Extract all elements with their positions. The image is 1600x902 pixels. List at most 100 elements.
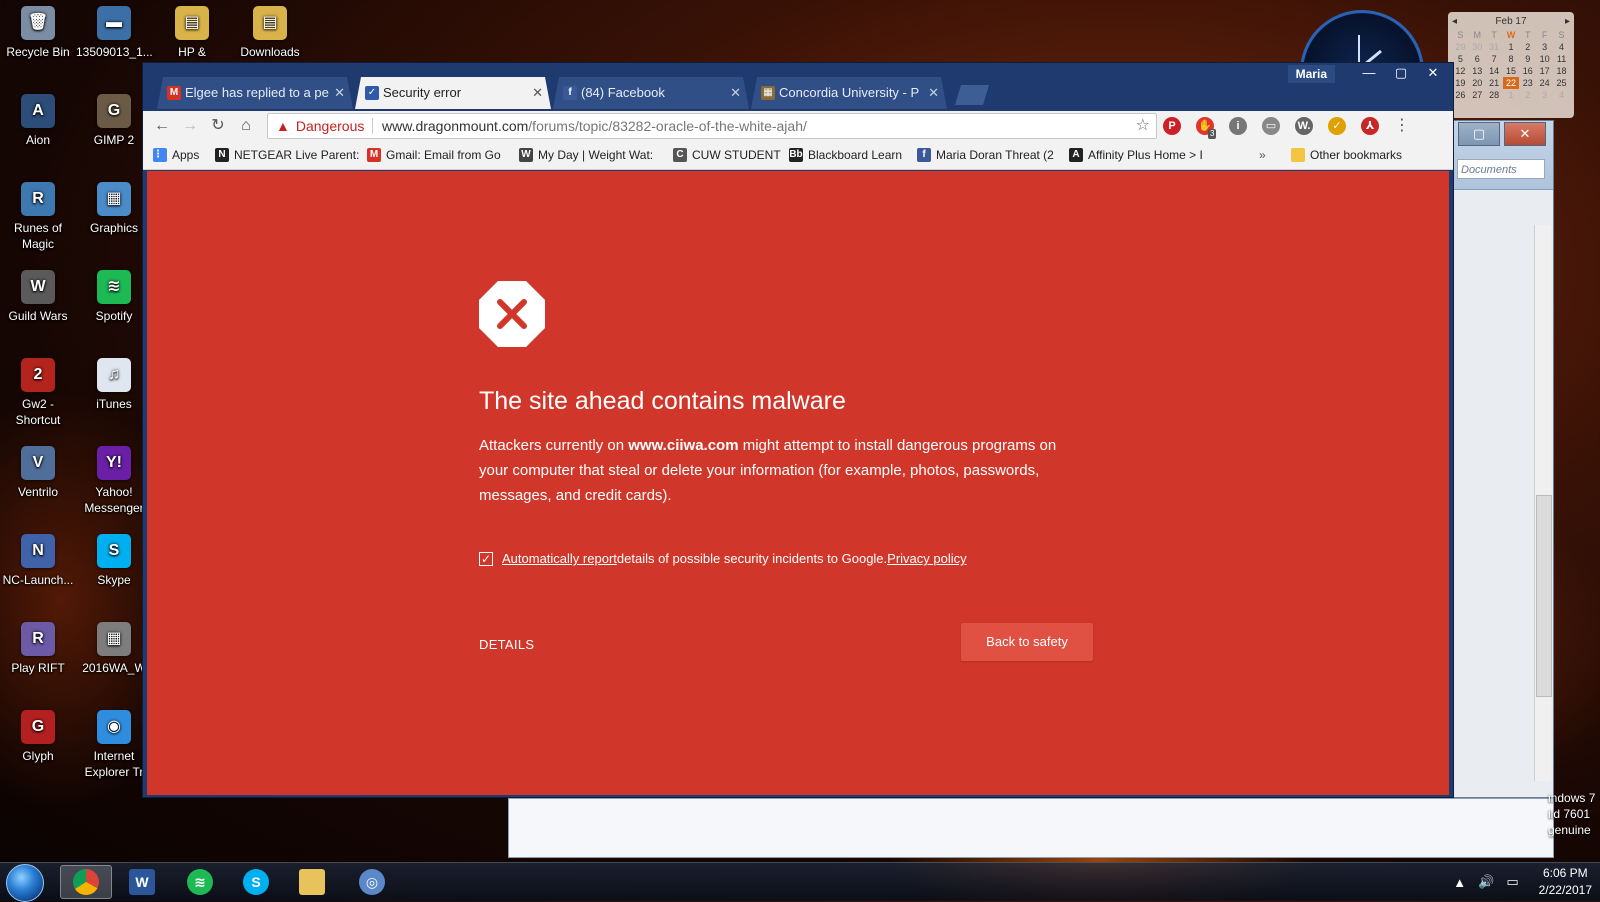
details-button[interactable]: DETAILS <box>479 637 534 652</box>
calendar-day[interactable]: 19 <box>1452 77 1469 89</box>
taskbar-word[interactable]: W <box>116 865 168 899</box>
taskbar-explorer[interactable] <box>286 865 338 899</box>
desktop-icon[interactable]: ≋ Spotify <box>76 270 152 324</box>
desktop-icon[interactable]: ♫ iTunes <box>76 358 152 412</box>
bookmark-item[interactable]: f Maria Doran Threat (2 <box>917 141 1054 169</box>
calendar-day[interactable]: 27 <box>1469 89 1486 101</box>
tab-close-icon[interactable]: ✕ <box>334 77 345 109</box>
desktop-icon[interactable]: G Glyph <box>0 710 76 764</box>
calendar-day[interactable]: 3 <box>1536 41 1553 53</box>
calendar-day[interactable]: 12 <box>1452 65 1469 77</box>
minimize-button[interactable]: — <box>1353 63 1385 83</box>
desktop-icon[interactable]: ▤ HP & <box>154 6 230 60</box>
bookmark-item[interactable]: C CUW STUDENT <box>673 141 781 169</box>
desktop-icon[interactable]: R Runes of Magic <box>0 182 76 252</box>
w-icon[interactable]: W. <box>1295 117 1313 135</box>
calendar-day[interactable]: 20 <box>1469 77 1486 89</box>
calendar-day[interactable]: 26 <box>1452 89 1469 101</box>
auto-report-link[interactable]: Automatically report <box>502 551 617 566</box>
calendar-day[interactable]: 22 <box>1502 77 1520 89</box>
network-icon[interactable]: ▭ <box>1506 874 1518 890</box>
calendar-day[interactable]: 30 <box>1469 41 1486 53</box>
desktop-icon[interactable]: R Play RIFT <box>0 622 76 676</box>
bookmark-item[interactable]: N NETGEAR Live Parent: <box>215 141 359 169</box>
calendar-day[interactable]: 7 <box>1486 53 1503 65</box>
calendar-day[interactable]: 13 <box>1469 65 1486 77</box>
address-url[interactable]: www.dragonmount.com/forums/topic/83282-o… <box>382 114 807 138</box>
maximize-button[interactable]: ▢ <box>1385 63 1417 83</box>
calendar-day[interactable]: 15 <box>1503 65 1520 77</box>
calendar-day[interactable]: 2 <box>1519 41 1536 53</box>
taskbar-clock[interactable]: 6:06 PM 2/22/2017 <box>1539 865 1592 899</box>
desktop-icon[interactable]: V Ventrilo <box>0 446 76 500</box>
home-icon[interactable]: ⌂ <box>235 115 257 137</box>
desktop-icon[interactable]: ▦ 2016WA_W <box>76 622 152 676</box>
auto-report-checkbox[interactable]: ✓ <box>479 551 493 566</box>
bookmark-item[interactable]: M Gmail: Email from Go <box>367 141 501 169</box>
calendar-day[interactable]: 1 <box>1503 89 1520 101</box>
bookmark-item[interactable]: Bb Blackboard Learn <box>789 141 902 169</box>
browser-tab[interactable]: f (84) Facebook ✕ <box>553 77 749 109</box>
explorer-maximize-button[interactable]: ▢ <box>1458 122 1500 146</box>
show-hidden-icons-icon[interactable]: ▲ <box>1453 875 1466 890</box>
calendar-day[interactable]: 4 <box>1553 89 1570 101</box>
profile-button[interactable]: Maria <box>1287 65 1335 83</box>
taskbar-network[interactable]: ◎ <box>346 865 398 899</box>
forward-arrow-icon[interactable]: → <box>179 115 201 137</box>
calendar-day[interactable]: 21 <box>1486 77 1503 89</box>
desktop-icon[interactable]: ▬ 13509013_1... <box>76 6 153 60</box>
calendar-next-icon[interactable]: ▸ <box>1565 16 1570 27</box>
calendar-day[interactable]: 2 <box>1519 89 1536 101</box>
calendar-day[interactable]: 16 <box>1519 65 1536 77</box>
calendar-day[interactable]: 24 <box>1536 77 1553 89</box>
calendar-day[interactable]: 31 <box>1486 41 1503 53</box>
calendar-day[interactable]: 18 <box>1553 65 1570 77</box>
browser-tab[interactable]: ✓ Security error ✕ <box>355 77 551 109</box>
calendar-day[interactable]: 9 <box>1519 53 1536 65</box>
taskbar-spotify[interactable]: ≋ <box>174 865 226 899</box>
bookmark-item[interactable]: ⋮⋮ Apps <box>153 141 199 169</box>
calendar-day[interactable]: 8 <box>1503 53 1520 65</box>
bookmarks-overflow-button[interactable]: » <box>1259 141 1266 169</box>
explorer-search-input[interactable]: Documents <box>1457 159 1545 179</box>
browser-titlebar[interactable]: Maria — ▢ ✕ M Elgee has replied to a pe ✕ ✓… <box>143 63 1453 111</box>
reload-icon[interactable]: ↻ <box>207 115 229 137</box>
check-icon[interactable]: ✓ <box>1328 117 1346 135</box>
back-arrow-icon[interactable]: ← <box>151 115 173 137</box>
calendar-day[interactable]: 11 <box>1553 53 1570 65</box>
desktop-icon[interactable]: N NC-Launch... <box>0 534 76 588</box>
explorer-window[interactable]: Documents <box>1452 120 1554 798</box>
explorer-window-bottom[interactable] <box>508 798 1554 858</box>
calendar-day[interactable]: 14 <box>1486 65 1503 77</box>
new-tab-button[interactable] <box>955 85 989 105</box>
desktop-icon[interactable]: Y! Yahoo! Messenger <box>76 446 152 516</box>
tab-close-icon[interactable]: ✕ <box>928 77 939 109</box>
browser-tab[interactable]: ▦ Concordia University - P ✕ <box>751 77 947 109</box>
menu-kebab-icon[interactable]: ⋮ <box>1391 115 1413 137</box>
close-button[interactable]: ✕ <box>1417 63 1449 83</box>
info-icon[interactable]: i <box>1229 117 1247 135</box>
pinterest-icon[interactable]: P <box>1163 117 1181 135</box>
calendar-day[interactable]: 25 <box>1553 77 1570 89</box>
desktop-icon[interactable]: S Skype <box>76 534 152 588</box>
calendar-day[interactable]: 3 <box>1536 89 1553 101</box>
tab-close-icon[interactable]: ✕ <box>532 77 543 109</box>
calendar-day[interactable]: 23 <box>1519 77 1536 89</box>
desktop-icon[interactable]: ◉ Internet Explorer Tr <box>76 710 152 780</box>
back-to-safety-button[interactable]: Back to safety <box>961 623 1093 661</box>
other-bookmarks-folder[interactable]: Other bookmarks <box>1291 141 1402 169</box>
tab-close-icon[interactable]: ✕ <box>730 77 741 109</box>
calendar-day[interactable]: 6 <box>1469 53 1486 65</box>
desktop-icon[interactable]: ▤ Downloads <box>232 6 308 60</box>
taskbar-skype[interactable]: S <box>230 865 282 899</box>
desktop-icon[interactable]: A Aion <box>0 94 76 148</box>
calendar-day[interactable]: 4 <box>1553 41 1570 53</box>
desktop-icon[interactable]: 🗑 Recycle Bin <box>0 6 76 60</box>
calendar-day[interactable]: 28 <box>1486 89 1503 101</box>
start-button[interactable] <box>6 864 44 902</box>
desktop-icon[interactable]: G GIMP 2 <box>76 94 152 148</box>
privacy-policy-link[interactable]: Privacy policy <box>887 551 966 566</box>
calendar-prev-icon[interactable]: ◂ <box>1452 16 1457 27</box>
explorer-close-button[interactable]: ✕ <box>1504 122 1546 146</box>
bookmark-star-icon[interactable]: ☆ <box>1136 114 1150 138</box>
